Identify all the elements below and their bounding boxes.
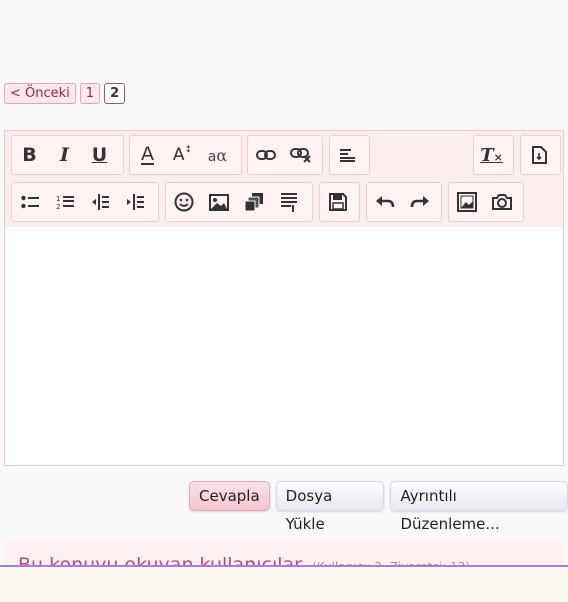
numbered-list-icon: 1 2 [56,195,74,210]
font-color-icon: A [141,143,154,165]
link-group [247,135,323,175]
font-family-button[interactable]: aα [200,136,235,174]
svg-text:1: 1 [56,195,60,203]
toggle-bbcode-button[interactable] [521,136,556,174]
reply-editor: B I U A A↕ aα T× 1 2 [4,130,564,466]
toggle-bbcode-group [520,135,561,175]
svg-text:2: 2 [56,203,60,210]
indent-icon [126,194,144,210]
indent-button[interactable] [117,183,152,221]
redo-button[interactable] [402,183,437,221]
smilies-icon [174,192,193,212]
font-color-button[interactable]: A [130,136,165,174]
image-icon [208,193,229,211]
draft-group [319,182,360,222]
font-size-button[interactable]: A↕ [165,136,200,174]
bold-icon: B [22,144,37,166]
align-button[interactable] [330,136,365,174]
image-button[interactable] [201,183,236,221]
quote-button[interactable] [271,183,306,221]
undo-button[interactable] [367,183,402,221]
media-icon [244,193,263,212]
font-size-icon: A↕ [172,145,193,165]
text-style-group: A A↕ aα [129,135,242,175]
previous-page-link[interactable]: < Önceki [4,83,76,104]
remove-format-button[interactable]: T× [474,136,509,174]
screenshot-camera-button[interactable] [484,183,519,221]
screenshot-camera-icon [491,194,512,210]
numbered-list-button[interactable]: 1 2 [47,183,82,221]
pagination: < Önceki 1 2 [4,83,126,104]
insert-image-icon [456,192,477,212]
italic-button[interactable]: I [47,136,82,174]
toggle-bbcode-icon [531,146,547,164]
save-draft-button[interactable] [320,183,355,221]
smilies-button[interactable] [166,183,201,221]
page-2-current[interactable]: 2 [104,83,126,104]
outdent-icon [91,194,109,210]
undo-icon [375,196,394,208]
bold-button[interactable]: B [12,136,47,174]
align-icon [339,149,355,162]
quote-icon [280,193,297,212]
reply-actions: Cevapla Dosya Yükle Ayrıntılı Düzenleme.… [189,481,568,533]
insert-group [165,182,313,222]
text-format-group: B I U [11,135,124,175]
advanced-edit-button[interactable]: Ayrıntılı Düzenleme... [390,481,568,533]
unlink-icon [289,148,311,163]
list-group: 1 2 [11,182,159,222]
save-draft-icon [328,193,347,211]
bullet-list-icon [20,195,39,209]
font-family-icon: aα [207,145,228,165]
underline-button[interactable]: U [82,136,117,174]
remove-format-group: T× [473,135,514,175]
reply-button[interactable]: Cevapla [189,481,270,511]
link-icon [255,150,276,160]
page-1-link[interactable]: 1 [79,83,101,104]
unlink-button[interactable] [283,136,318,174]
history-group [366,182,442,222]
insert-image-button[interactable] [449,183,484,221]
link-button[interactable] [248,136,283,174]
bottom-overlay-bar [0,565,568,602]
italic-icon: I [60,144,69,166]
editor-content-area[interactable] [5,227,563,465]
remove-format-icon: T× [480,144,503,166]
media-button[interactable] [236,183,271,221]
align-group [329,135,370,175]
outdent-button[interactable] [82,183,117,221]
editor-toolbar: B I U A A↕ aα T× 1 2 [5,131,563,228]
bullet-list-button[interactable] [12,183,47,221]
redo-icon [410,196,429,208]
image-tools-group [448,182,524,222]
underline-icon: U [91,144,108,166]
upload-file-button[interactable]: Dosya Yükle [275,481,385,533]
